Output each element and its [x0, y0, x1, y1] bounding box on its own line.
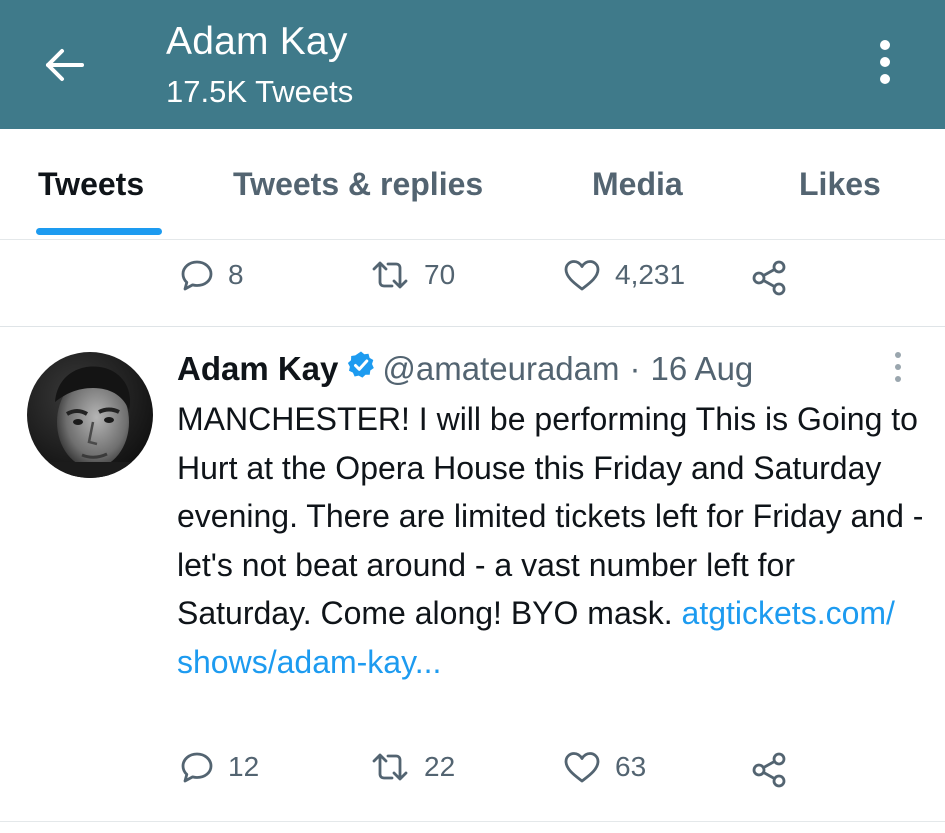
- vertical-ellipsis-icon: [880, 40, 890, 50]
- vertical-ellipsis-icon: [895, 352, 901, 358]
- retweet-count: 70: [424, 259, 456, 290]
- tweet-actions: 12 22 63: [0, 750, 945, 800]
- avatar[interactable]: [27, 352, 153, 478]
- like-button[interactable]: 4,231: [563, 258, 685, 292]
- verified-badge-icon: [346, 350, 376, 388]
- retweet-count: 22: [424, 751, 456, 782]
- reply-button[interactable]: 8: [180, 258, 244, 292]
- retweet-icon: [372, 753, 408, 781]
- reply-count: 12: [228, 751, 260, 782]
- tweet-date[interactable]: 16 Aug: [651, 350, 754, 388]
- heart-icon: [564, 752, 600, 783]
- tweet-author-handle[interactable]: @amateuradam: [382, 350, 619, 388]
- share-button[interactable]: [750, 750, 790, 790]
- tab-likes[interactable]: Likes: [799, 166, 881, 203]
- tab-tweets[interactable]: Tweets: [38, 166, 144, 203]
- share-icon: [752, 752, 786, 788]
- profile-photo: [27, 352, 153, 478]
- active-tab-indicator: [36, 228, 162, 235]
- bottom-divider: [0, 821, 945, 822]
- meta-separator: ·: [629, 350, 641, 387]
- profile-tabs: Tweets Tweets & replies Media Likes: [0, 129, 945, 240]
- tweet-header: Adam Kay @amateuradam · 16 Aug: [177, 350, 753, 388]
- profile-name: Adam Kay: [166, 20, 348, 63]
- retweet-icon: [372, 261, 408, 289]
- back-button[interactable]: [42, 42, 88, 88]
- reply-icon: [181, 260, 213, 291]
- like-button[interactable]: 63: [563, 750, 646, 784]
- tweet-author-name[interactable]: Adam Kay: [177, 350, 338, 388]
- reply-count: 8: [228, 259, 244, 290]
- like-count: 63: [615, 751, 647, 782]
- profile-header: Adam Kay 17.5K Tweets: [0, 0, 945, 129]
- more-options-button[interactable]: [872, 40, 898, 90]
- tab-tweets-and-replies[interactable]: Tweets & replies: [233, 166, 483, 203]
- reply-icon: [181, 752, 213, 783]
- like-count: 4,231: [615, 259, 686, 290]
- share-button[interactable]: [750, 258, 790, 298]
- prev-tweet-actions: 8 70 4,231: [0, 258, 945, 308]
- tweet-divider: [0, 326, 945, 327]
- share-icon: [752, 260, 786, 296]
- tab-media[interactable]: Media: [592, 166, 683, 203]
- retweet-button[interactable]: 22: [370, 750, 455, 784]
- tweet-more-button[interactable]: [890, 352, 906, 386]
- retweet-button[interactable]: 70: [370, 258, 455, 292]
- arrow-left-icon: [46, 49, 84, 81]
- reply-button[interactable]: 12: [180, 750, 259, 784]
- tweet-count: 17.5K Tweets: [166, 74, 354, 109]
- heart-icon: [564, 260, 600, 291]
- tweet-text: MANCHESTER! I will be performing This is…: [177, 395, 927, 686]
